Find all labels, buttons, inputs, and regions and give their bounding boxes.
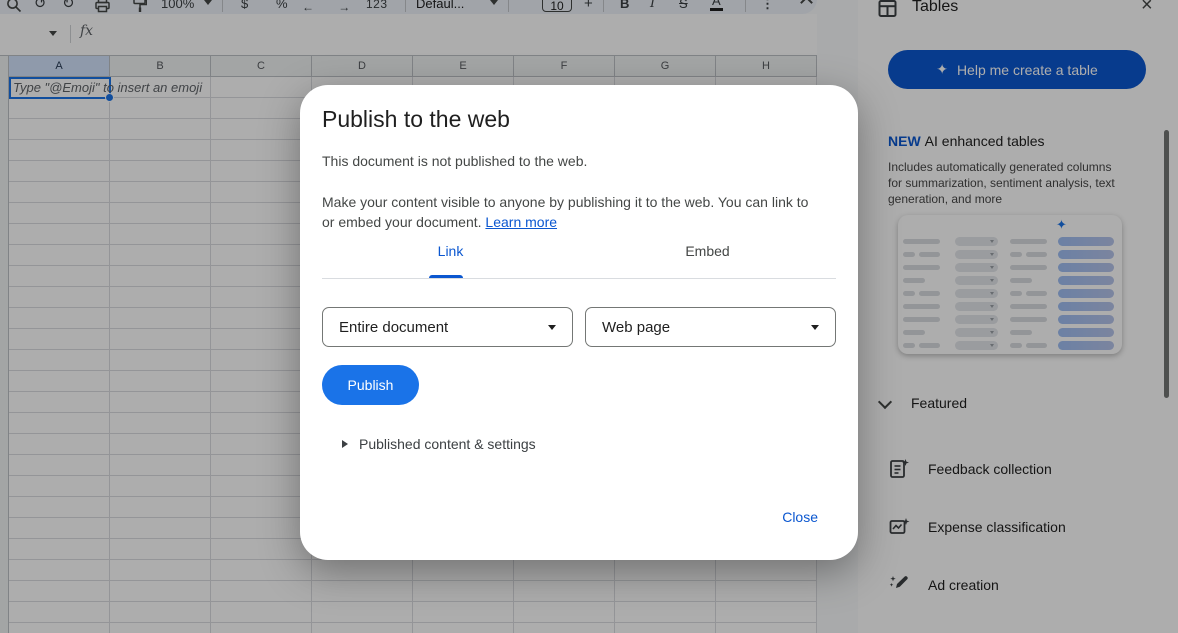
sheets-screen: ↺ ↻ 100% $ % .0← .00→ 123 Defaul... — [0, 0, 1178, 633]
dialog-tabs: Link Embed — [322, 243, 836, 275]
dialog-close-button[interactable]: Close — [782, 509, 818, 525]
publish-format-select[interactable]: Web page — [585, 307, 836, 347]
dialog-title: Publish to the web — [322, 106, 510, 133]
publish-status-text: This document is not published to the we… — [322, 153, 587, 169]
tab-embed[interactable]: Embed — [579, 243, 836, 275]
dialog-description: Make your content visible to anyone by p… — [322, 192, 824, 232]
chevron-down-icon — [811, 325, 819, 330]
triangle-right-icon — [342, 440, 348, 448]
published-content-settings-expander[interactable]: Published content & settings — [342, 434, 536, 454]
chevron-down-icon — [548, 325, 556, 330]
tabs-divider — [322, 278, 836, 279]
tab-link[interactable]: Link — [322, 243, 579, 275]
publish-button[interactable]: Publish — [322, 365, 419, 405]
publish-scope-select[interactable]: Entire document — [322, 307, 573, 347]
publish-dialog: Publish to the web This document is not … — [300, 85, 858, 560]
learn-more-link[interactable]: Learn more — [485, 214, 557, 230]
